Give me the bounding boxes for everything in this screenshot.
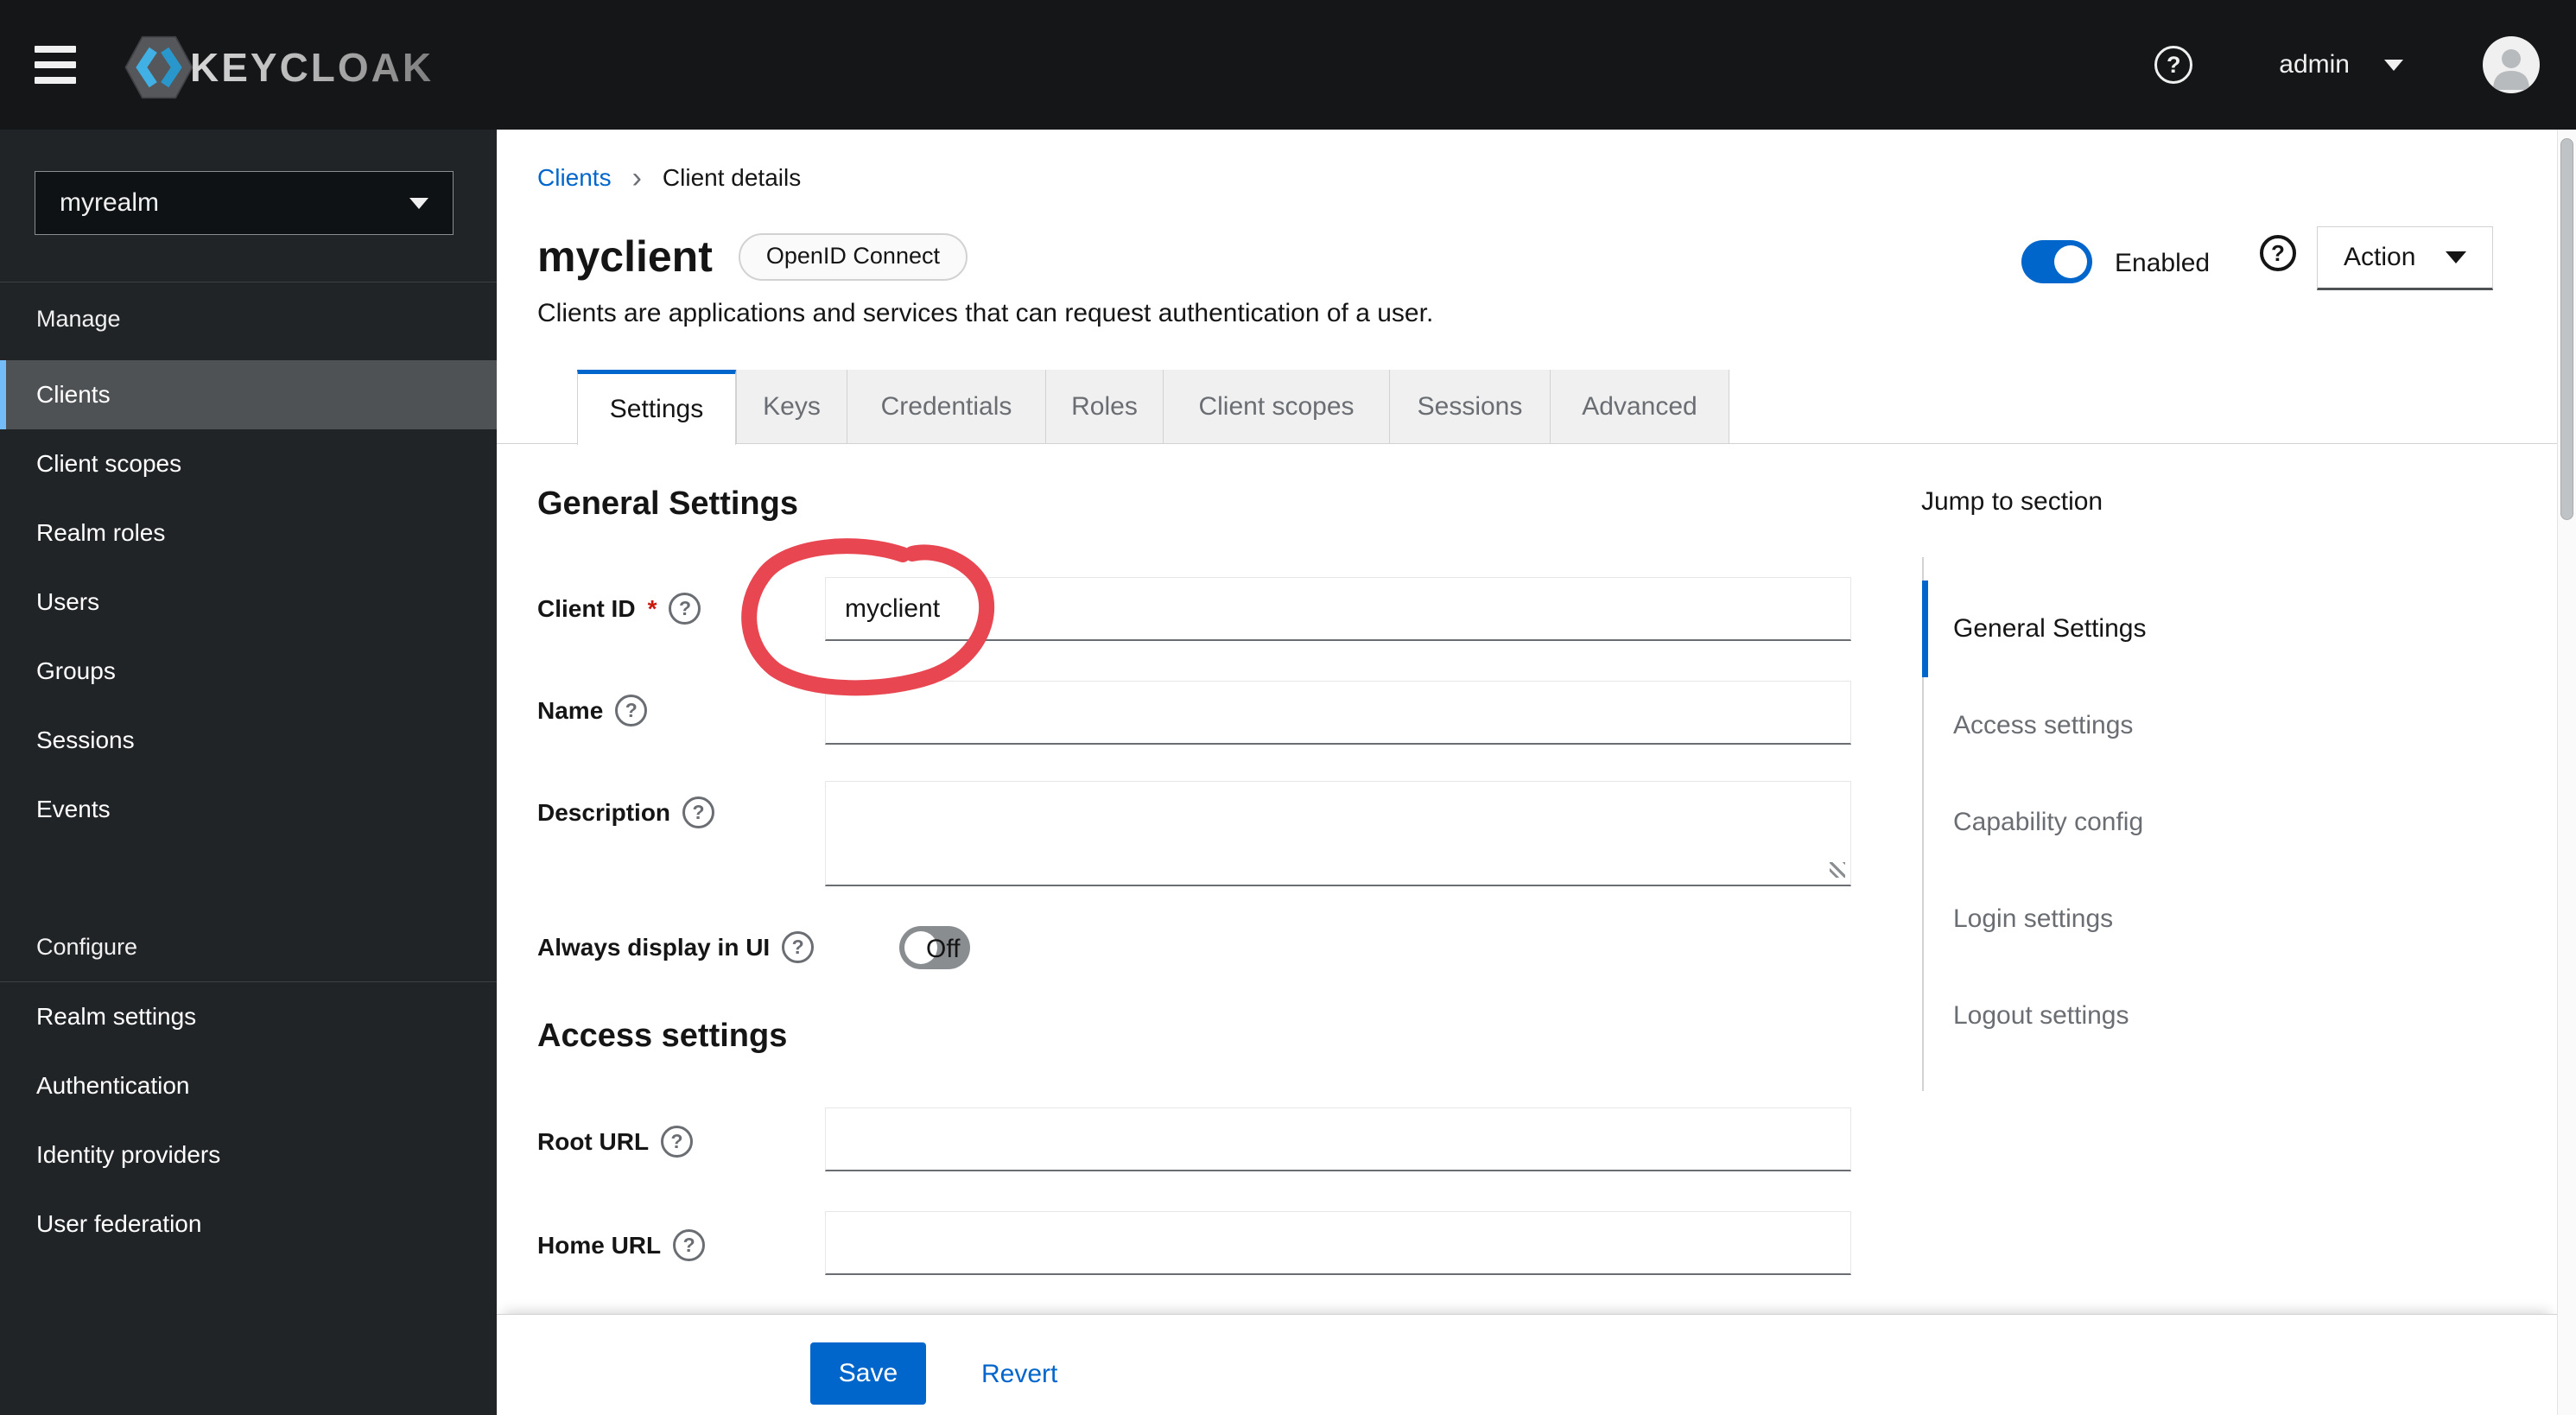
help-icon[interactable]: [782, 931, 815, 963]
tab-sessions[interactable]: Sessions: [1389, 370, 1550, 443]
jump-link-login-settings[interactable]: Login settings: [1922, 871, 2527, 968]
help-icon[interactable]: [615, 695, 648, 727]
help-icon[interactable]: [682, 796, 715, 828]
always-display-state: Off: [926, 935, 961, 963]
jump-links: General Settings Access settings Capabil…: [1922, 581, 2527, 1064]
jump-to-section-title: Jump to section: [1921, 487, 2103, 516]
keycloak-hexagon-icon: [124, 35, 194, 99]
nav-section-configure: Configure: [36, 934, 138, 960]
jump-link-access-settings[interactable]: Access settings: [1922, 677, 2527, 774]
chevron-down-icon: [2446, 251, 2466, 263]
breadcrumb-current: Client details: [662, 164, 802, 191]
nav-configure: Realm settings Authentication Identity p…: [0, 982, 497, 1259]
page-header: myclient OpenID Connect: [537, 232, 968, 282]
tab-credentials[interactable]: Credentials: [847, 370, 1045, 443]
sidebar-item-realm-settings[interactable]: Realm settings: [0, 982, 497, 1051]
section-general-settings: General Settings: [537, 485, 798, 522]
page-title: myclient: [537, 232, 713, 281]
keycloak-logo: KEYCLOAK: [123, 31, 434, 104]
description-textarea[interactable]: [825, 781, 1851, 886]
avatar[interactable]: [2483, 36, 2540, 93]
client-id-label: Client ID: [537, 593, 701, 625]
required-asterisk: [648, 595, 657, 623]
section-access-settings: Access settings: [537, 1018, 788, 1054]
hamburger-menu-icon[interactable]: [35, 46, 76, 84]
tab-keys[interactable]: Keys: [736, 370, 847, 443]
enabled-label: Enabled: [2115, 249, 2211, 277]
person-icon: [2493, 49, 2529, 90]
help-icon[interactable]: [661, 1126, 694, 1158]
logo-text: KEYCLOAK: [190, 45, 435, 90]
realm-name: myrealm: [60, 188, 160, 217]
nav-section-manage: Manage: [36, 306, 121, 332]
jump-link-logout-settings[interactable]: Logout settings: [1922, 968, 2527, 1064]
revert-link[interactable]: Revert: [981, 1360, 1057, 1389]
action-label: Action: [2344, 243, 2416, 271]
enabled-toggle[interactable]: [2021, 240, 2092, 283]
sidebar-item-sessions[interactable]: Sessions: [0, 706, 497, 775]
always-display-label: Always display in UI: [537, 931, 815, 963]
name-label: Name: [537, 695, 648, 727]
sidebar-item-groups[interactable]: Groups: [0, 637, 497, 706]
sidebar-item-clients[interactable]: Clients: [0, 360, 497, 429]
sidebar-item-user-federation[interactable]: User federation: [0, 1190, 497, 1259]
description-label: Description: [537, 796, 715, 828]
tab-bar: Settings Keys Credentials Roles Client s…: [577, 370, 1729, 445]
action-dropdown[interactable]: Action: [2317, 226, 2493, 290]
breadcrumb-clients-link[interactable]: Clients: [537, 164, 612, 192]
tab-settings[interactable]: Settings: [577, 370, 736, 445]
nav-manage: Clients Client scopes Realm roles Users …: [0, 360, 497, 844]
toggle-knob: [2054, 245, 2087, 278]
save-button[interactable]: Save: [810, 1342, 926, 1405]
jump-link-capability-config[interactable]: Capability config: [1922, 774, 2527, 871]
masthead-right: admin: [2154, 0, 2540, 130]
tab-roles[interactable]: Roles: [1045, 370, 1163, 443]
name-input[interactable]: [825, 681, 1851, 745]
home-url-input[interactable]: [825, 1211, 1851, 1275]
protocol-badge: OpenID Connect: [738, 232, 968, 281]
sidebar-item-realm-roles[interactable]: Realm roles: [0, 498, 497, 568]
scrollbar-thumb[interactable]: [2560, 138, 2573, 520]
sidebar: myrealm Manage Clients Client scopes Rea…: [0, 130, 497, 1415]
jump-link-general-settings[interactable]: General Settings: [1922, 581, 2527, 677]
sidebar-item-authentication[interactable]: Authentication: [0, 1051, 497, 1120]
chevron-down-icon: [409, 197, 428, 209]
page-description: Clients are applications and services th…: [537, 299, 1434, 327]
help-icon[interactable]: [2260, 235, 2296, 271]
username: admin: [2279, 50, 2350, 79]
help-icon[interactable]: [2154, 46, 2193, 84]
realm-selector[interactable]: myrealm: [35, 171, 454, 235]
help-icon[interactable]: [673, 1229, 706, 1261]
sidebar-item-identity-providers[interactable]: Identity providers: [0, 1120, 497, 1190]
help-icon[interactable]: [669, 593, 701, 625]
masthead: KEYCLOAK admin: [0, 0, 2576, 130]
user-menu[interactable]: admin: [2279, 50, 2403, 79]
chevron-down-icon: [2384, 59, 2403, 71]
sidebar-item-users[interactable]: Users: [0, 568, 497, 637]
sidebar-item-client-scopes[interactable]: Client scopes: [0, 429, 497, 498]
home-url-label: Home URL: [537, 1229, 706, 1261]
root-url-input[interactable]: [825, 1107, 1851, 1171]
keycloak-admin-console: KEYCLOAK admin myrealm Manage Clients: [0, 0, 2576, 1415]
scrollbar: [2557, 130, 2576, 1415]
sidebar-item-events[interactable]: Events: [0, 775, 497, 844]
breadcrumb-separator-icon: ›: [631, 162, 642, 194]
root-url-label: Root URL: [537, 1126, 694, 1158]
tab-client-scopes[interactable]: Client scopes: [1163, 370, 1389, 443]
breadcrumb: Clients › Client details: [537, 162, 802, 194]
client-id-input[interactable]: [825, 577, 1851, 641]
tab-advanced[interactable]: Advanced: [1550, 370, 1729, 443]
form-footer: Save Revert: [497, 1314, 2557, 1415]
